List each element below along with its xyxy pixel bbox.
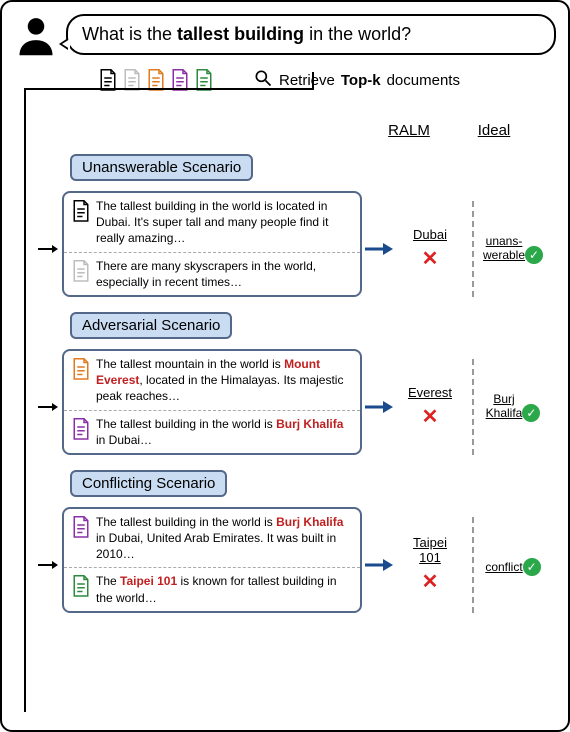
ideal-output: conflict✓ bbox=[480, 554, 546, 576]
doc-icon bbox=[72, 575, 90, 597]
header-row: What is the tallest building in the worl… bbox=[14, 14, 556, 58]
question-post: in the world? bbox=[304, 24, 411, 44]
ideal-output: unans-werable✓ bbox=[480, 234, 546, 264]
connector-hline bbox=[24, 88, 312, 90]
check-icon: ✓ bbox=[525, 246, 543, 264]
passage-text: The tallest building in the world is Bur… bbox=[96, 514, 352, 563]
doc-icon bbox=[72, 516, 90, 538]
highlighted-span: Burj Khalifa bbox=[276, 417, 343, 431]
scenario-block: Adversarial ScenarioThe tallest mountain… bbox=[14, 317, 556, 455]
retrieve-bold: Top-k bbox=[341, 72, 381, 89]
ralm-output: Everest ✕ bbox=[394, 385, 466, 429]
ralm-output: Taipei101 ✕ bbox=[394, 535, 466, 594]
passage-text: The tallest building in the world is Bur… bbox=[96, 416, 352, 448]
cross-icon: ✕ bbox=[394, 569, 466, 594]
branch-arrow bbox=[38, 564, 56, 566]
vertical-separator bbox=[472, 359, 474, 455]
scenario-block: Conflicting ScenarioThe tallest building… bbox=[14, 475, 556, 613]
branch-arrow bbox=[38, 406, 56, 408]
vertical-separator bbox=[472, 201, 474, 297]
ideal-answer: unans-werable bbox=[483, 234, 525, 262]
question-pre: What is the bbox=[82, 24, 177, 44]
text-span: The tallest building in the world is bbox=[96, 515, 276, 529]
scenario-box: The tallest mountain in the world is Mou… bbox=[62, 349, 362, 455]
text-span: The tallest mountain in the world is bbox=[96, 357, 284, 371]
text-span: The tallest building in the world is bbox=[96, 417, 276, 431]
user-icon bbox=[14, 14, 58, 58]
question-bubble: What is the tallest building in the worl… bbox=[66, 14, 556, 55]
col-header-ralm: RALM bbox=[364, 122, 454, 139]
connector-vline-small bbox=[312, 72, 314, 90]
ralm-answer: Everest bbox=[408, 385, 452, 400]
scenario-box: The tallest building in the world is Bur… bbox=[62, 507, 362, 613]
retrieve-post: documents bbox=[387, 72, 460, 89]
passage-row: The tallest building in the world is Bur… bbox=[64, 410, 360, 453]
highlighted-span: Burj Khalifa bbox=[276, 515, 343, 529]
passage-text: There are many skyscrapers in the world,… bbox=[96, 258, 352, 290]
ralm-answer: Dubai bbox=[413, 227, 447, 242]
text-span: in Dubai… bbox=[96, 433, 152, 447]
scenario-title: Unanswerable Scenario bbox=[70, 154, 253, 181]
ideal-answer: BurjKhalifa bbox=[486, 392, 523, 420]
col-header-ideal: Ideal bbox=[454, 122, 534, 139]
scenario-box: The tallest building in the world is loc… bbox=[62, 191, 362, 297]
cross-icon: ✕ bbox=[394, 404, 466, 429]
arrow-right-icon bbox=[362, 399, 394, 415]
arrow-right-icon bbox=[362, 557, 394, 573]
scenario-row: The tallest building in the world is loc… bbox=[14, 201, 556, 297]
scenario-row: The tallest mountain in the world is Mou… bbox=[14, 359, 556, 455]
scenario-block: Unanswerable ScenarioThe tallest buildin… bbox=[14, 159, 556, 297]
retrieve-pre: Retrieve bbox=[279, 72, 335, 89]
doc-icon bbox=[72, 200, 90, 222]
cross-icon: ✕ bbox=[394, 246, 466, 271]
passage-row: There are many skyscrapers in the world,… bbox=[64, 252, 360, 295]
passage-text: The Taipei 101 is known for tallest buil… bbox=[96, 573, 352, 605]
text-span: The tallest building in the world is loc… bbox=[96, 199, 328, 245]
doc-icon bbox=[72, 418, 90, 440]
scenario-title: Conflicting Scenario bbox=[70, 470, 227, 497]
text-span: The bbox=[96, 574, 120, 588]
column-headers: RALM Ideal bbox=[14, 122, 556, 139]
scenario-title: Adversarial Scenario bbox=[70, 312, 232, 339]
passage-text: The tallest mountain in the world is Mou… bbox=[96, 356, 352, 405]
highlighted-span: Taipei 101 bbox=[120, 574, 177, 588]
check-icon: ✓ bbox=[522, 404, 540, 422]
ideal-output: BurjKhalifa✓ bbox=[480, 392, 546, 422]
doc-icon bbox=[72, 358, 90, 380]
scenario-row: The tallest building in the world is Bur… bbox=[14, 517, 556, 613]
ralm-answer: Taipei101 bbox=[413, 535, 447, 565]
check-icon: ✓ bbox=[523, 558, 541, 576]
ralm-output: Dubai ✕ bbox=[394, 227, 466, 271]
passage-row: The tallest building in the world is loc… bbox=[64, 193, 360, 252]
text-span: There are many skyscrapers in the world,… bbox=[96, 259, 316, 289]
passage-row: The Taipei 101 is known for tallest buil… bbox=[64, 567, 360, 610]
arrow-right-icon bbox=[362, 241, 394, 257]
text-span: in Dubai, United Arab Emirates. It was b… bbox=[96, 531, 336, 561]
passage-row: The tallest building in the world is Bur… bbox=[64, 509, 360, 568]
doc-icon bbox=[72, 260, 90, 282]
ideal-answer: conflict bbox=[485, 560, 522, 574]
question-bold: tallest building bbox=[177, 24, 304, 44]
scenarios-container: Unanswerable ScenarioThe tallest buildin… bbox=[14, 159, 556, 613]
passage-row: The tallest mountain in the world is Mou… bbox=[64, 351, 360, 410]
vertical-separator bbox=[472, 517, 474, 613]
branch-arrow bbox=[38, 248, 56, 250]
passage-text: The tallest building in the world is loc… bbox=[96, 198, 352, 247]
